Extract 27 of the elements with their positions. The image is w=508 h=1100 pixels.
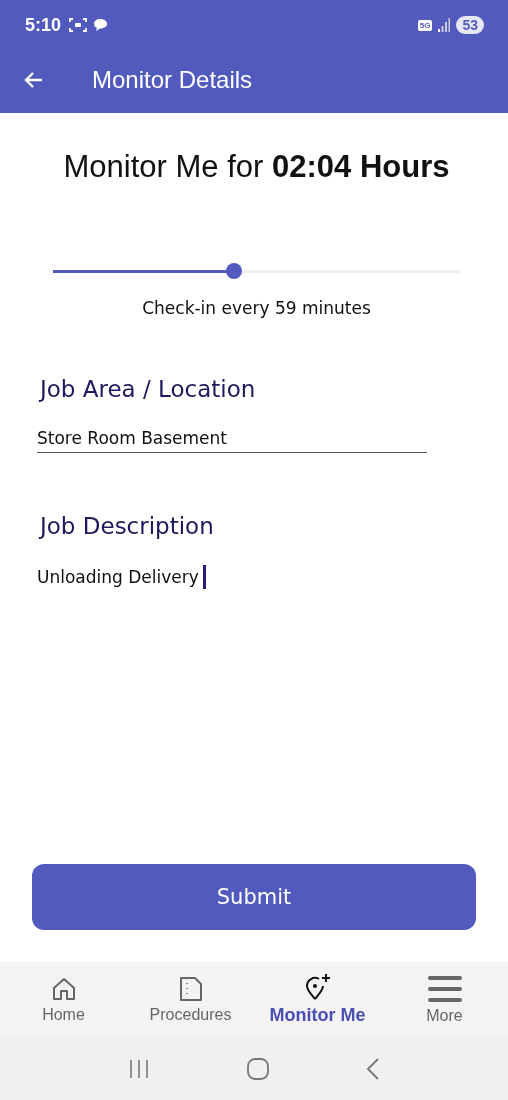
nav-tab[interactable]: Home <box>0 962 127 1037</box>
nav-tab[interactable]: More <box>381 962 508 1037</box>
home-button-icon[interactable] <box>247 1057 269 1080</box>
nav-tab[interactable]: Monitor Me <box>254 962 381 1037</box>
duration-heading: Monitor Me for 02:04 Hours <box>62 149 451 185</box>
input-field[interactable]: Store Room Basement <box>37 428 427 453</box>
recent-apps-icon[interactable] <box>128 1058 151 1079</box>
back-nav-icon[interactable] <box>365 1057 380 1080</box>
field-label: Job Area / Location <box>40 376 257 402</box>
chat-bubble-icon <box>93 18 109 32</box>
signal-icon <box>438 18 451 32</box>
battery-indicator: 53 <box>456 16 484 34</box>
menu-icon <box>427 974 462 1003</box>
checkin-interval-text: Check-in every 59 minutes <box>141 298 372 318</box>
interval-slider[interactable] <box>53 261 460 281</box>
location-pin-add-icon <box>303 973 332 1001</box>
nav-tab[interactable]: Procedures <box>127 962 254 1037</box>
document-icon <box>177 975 204 1002</box>
input-field[interactable]: Unloading Delivery <box>37 565 427 593</box>
network-badge: 5G <box>417 19 433 31</box>
screen-title: Monitor Details <box>92 65 253 94</box>
home-icon <box>50 975 77 1002</box>
slider-thumb[interactable] <box>226 262 243 279</box>
submit-button[interactable]: Submit <box>32 864 476 930</box>
status-time: 5:10 <box>25 14 62 36</box>
field-label: Job Description <box>40 513 215 539</box>
screenshot-icon <box>69 17 88 33</box>
